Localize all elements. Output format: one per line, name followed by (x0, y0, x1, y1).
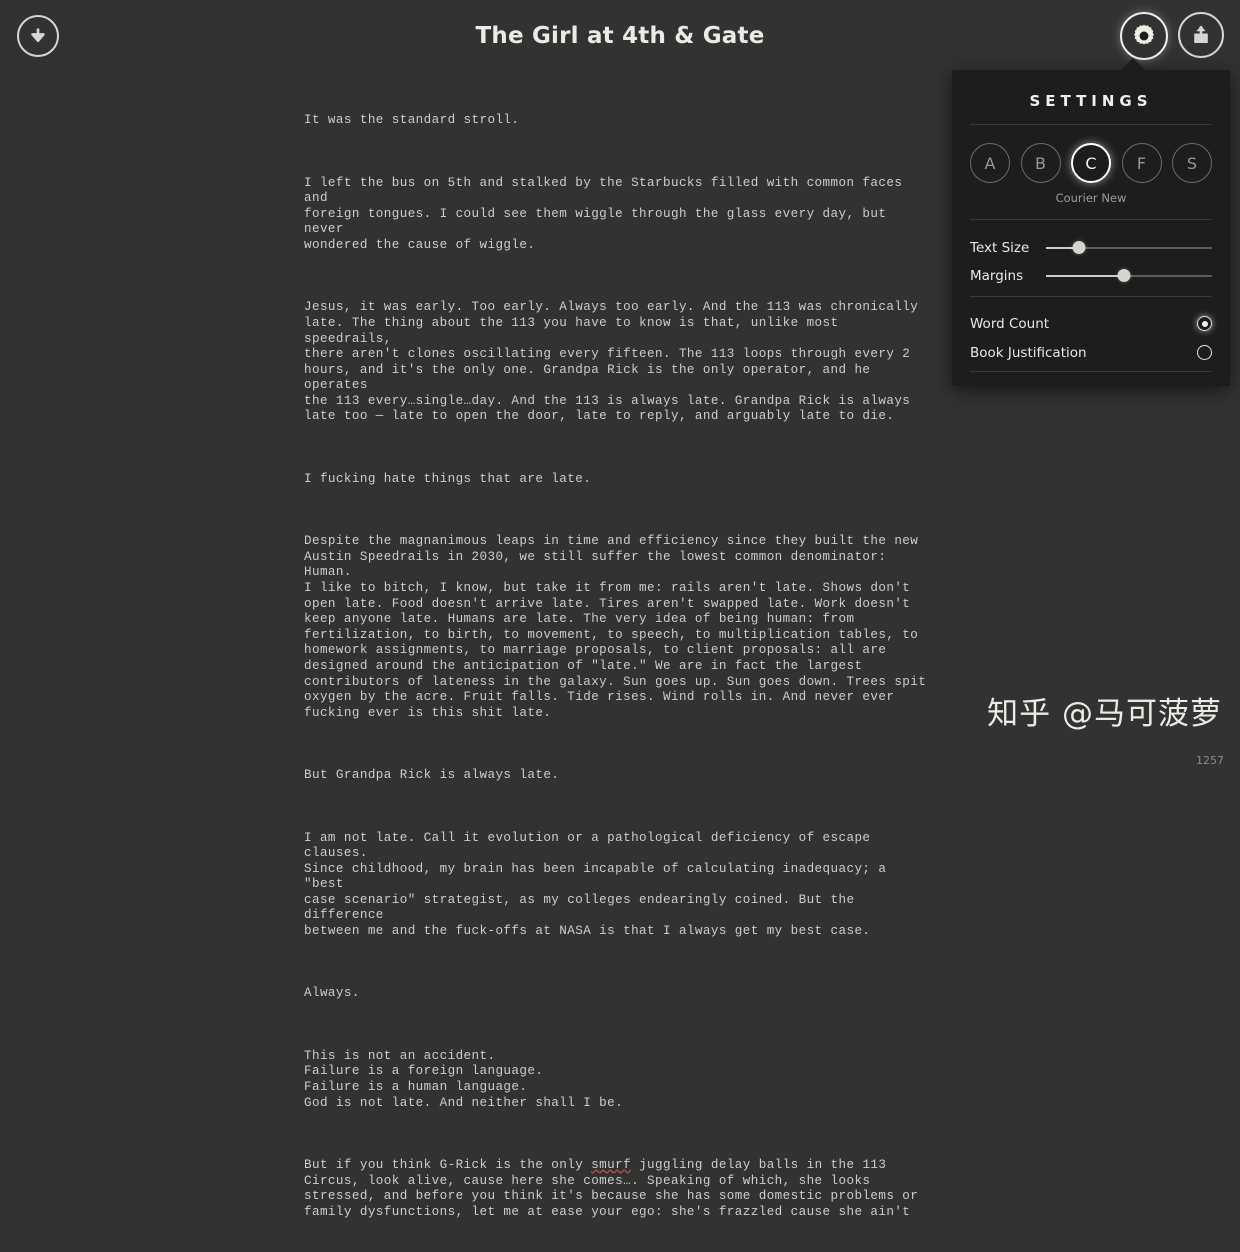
slider-group: Text Size Margins (952, 220, 1230, 296)
settings-panel-title: SETTINGS (1029, 92, 1153, 110)
font-option-a[interactable]: A (970, 143, 1010, 183)
margins-slider[interactable] (1046, 269, 1212, 283)
text-size-slider[interactable] (1046, 241, 1212, 255)
margins-slider-knob[interactable] (1117, 269, 1131, 282)
font-option-f[interactable]: F (1121, 143, 1162, 183)
share-export-icon[interactable] (1178, 12, 1224, 58)
text-before-misspelling: But if you think G-Rick is the only (304, 1157, 592, 1172)
word-count-label: Word Count (970, 315, 1050, 332)
paragraph-with-spellcheck: But if you think G-Rick is the only smur… (304, 1158, 932, 1220)
misspelled-word[interactable]: smurf (591, 1158, 631, 1172)
paragraph: I left the bus on 5th and stalked by the… (304, 175, 903, 252)
gear-icon[interactable] (1120, 12, 1168, 60)
text-size-slider-knob[interactable] (1072, 241, 1086, 254)
gear-glyph (1134, 24, 1154, 45)
paragraph: Always. (304, 986, 360, 1001)
page-title: The Girl at 4th & Gate (475, 23, 765, 49)
word-count-value: 1257 (1196, 754, 1224, 767)
app-header: The Girl at 4th & Gate (0, 0, 1240, 72)
book-justification-row[interactable]: Book Justification (970, 338, 1212, 367)
font-option-c[interactable]: C (1071, 143, 1111, 183)
word-count-row[interactable]: Word Count (970, 309, 1212, 338)
share-glyph (1194, 25, 1208, 43)
selected-font-name: Courier New (1055, 191, 1127, 205)
document-body[interactable]: It was the standard stroll. I left the b… (304, 82, 932, 1252)
font-option-s[interactable]: S (1172, 143, 1212, 183)
font-option-b[interactable]: B (1020, 143, 1061, 183)
watermark: 知乎 @马可菠萝 (987, 696, 1222, 732)
book-justification-label: Book Justification (970, 344, 1087, 361)
divider (970, 371, 1212, 372)
text-size-slider-row: Text Size (970, 234, 1212, 262)
paragraph: But Grandpa Rick is always late. (304, 768, 560, 783)
font-selector: A B C F S (952, 125, 1230, 183)
paragraph: This is not an accident. Failure is a fo… (304, 1048, 624, 1110)
margins-slider-fill (1046, 275, 1125, 277)
settings-panel: SETTINGS A B C F S Courier New Text Size… (952, 70, 1230, 386)
paragraph: I fucking hate things that are late. (304, 471, 592, 486)
margins-label: Margins (970, 268, 1024, 284)
word-count-radio[interactable] (1197, 316, 1212, 331)
paragraph: I am not late. Call it evolution or a pa… (304, 830, 887, 939)
paragraph: Despite the magnanimous leaps in time an… (304, 534, 927, 720)
margins-slider-row: Margins (970, 262, 1212, 290)
book-justification-radio[interactable] (1197, 345, 1212, 360)
paragraph: Jesus, it was early. Too early. Always t… (304, 300, 919, 424)
paragraph: It was the standard stroll. (304, 113, 520, 128)
settings-panel-pointer (1120, 58, 1146, 71)
text-size-label: Text Size (970, 240, 1030, 256)
toggle-group: Word Count Book Justification (952, 297, 1230, 371)
